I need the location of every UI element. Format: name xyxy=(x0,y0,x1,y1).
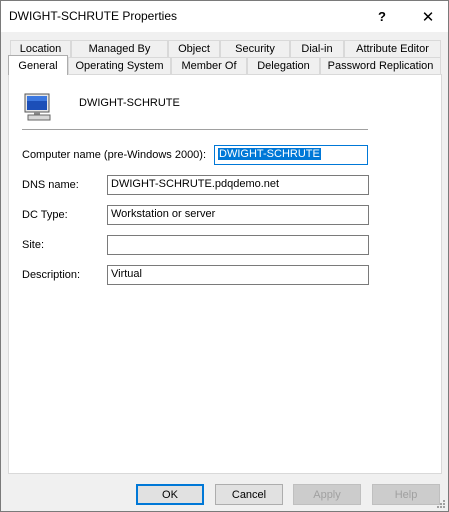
tab-object[interactable]: Object xyxy=(168,40,220,57)
resize-grip-icon[interactable] xyxy=(436,499,446,509)
computer-name-value: DWIGHT-SCHRUTE xyxy=(218,148,321,160)
tab-general[interactable]: General xyxy=(8,55,68,75)
tab-operating-system[interactable]: Operating System xyxy=(68,57,171,74)
description-field[interactable]: Virtual xyxy=(107,265,369,285)
site-field[interactable] xyxy=(107,235,369,255)
tab-dial-in[interactable]: Dial-in xyxy=(290,40,344,57)
dc-type-field[interactable]: Workstation or server xyxy=(107,205,369,225)
site-label: Site: xyxy=(22,239,45,251)
tab-member-of[interactable]: Member Of xyxy=(171,57,247,74)
title-bar: DWIGHT-SCHRUTE Properties ? ✕ xyxy=(1,1,448,32)
computer-name-field[interactable]: DWIGHT-SCHRUTE xyxy=(214,145,368,165)
computer-display-name: DWIGHT-SCHRUTE xyxy=(79,97,180,109)
dns-name-label: DNS name: xyxy=(22,179,79,191)
separator xyxy=(22,129,368,130)
computer-icon xyxy=(24,93,51,121)
help-title-button[interactable]: ? xyxy=(362,1,402,32)
tab-security[interactable]: Security xyxy=(220,40,290,57)
dc-type-label: DC Type: xyxy=(22,209,68,221)
window-title: DWIGHT-SCHRUTE Properties xyxy=(9,9,178,23)
help-button[interactable]: Help xyxy=(372,484,440,505)
ok-button[interactable]: OK xyxy=(136,484,204,505)
cancel-button[interactable]: Cancel xyxy=(215,484,283,505)
computer-name-label: Computer name (pre-Windows 2000): xyxy=(22,149,207,161)
apply-button[interactable]: Apply xyxy=(293,484,361,505)
dns-name-field[interactable]: DWIGHT-SCHRUTE.pdqdemo.net xyxy=(107,175,369,195)
properties-dialog: DWIGHT-SCHRUTE Properties ? ✕ Location M… xyxy=(0,0,449,512)
tab-password-replication[interactable]: Password Replication xyxy=(320,57,441,74)
tab-delegation[interactable]: Delegation xyxy=(247,57,320,74)
tab-managed-by[interactable]: Managed By xyxy=(71,40,168,57)
close-button[interactable]: ✕ xyxy=(408,1,448,32)
tab-attribute-editor[interactable]: Attribute Editor xyxy=(344,40,441,57)
description-label: Description: xyxy=(22,269,81,281)
